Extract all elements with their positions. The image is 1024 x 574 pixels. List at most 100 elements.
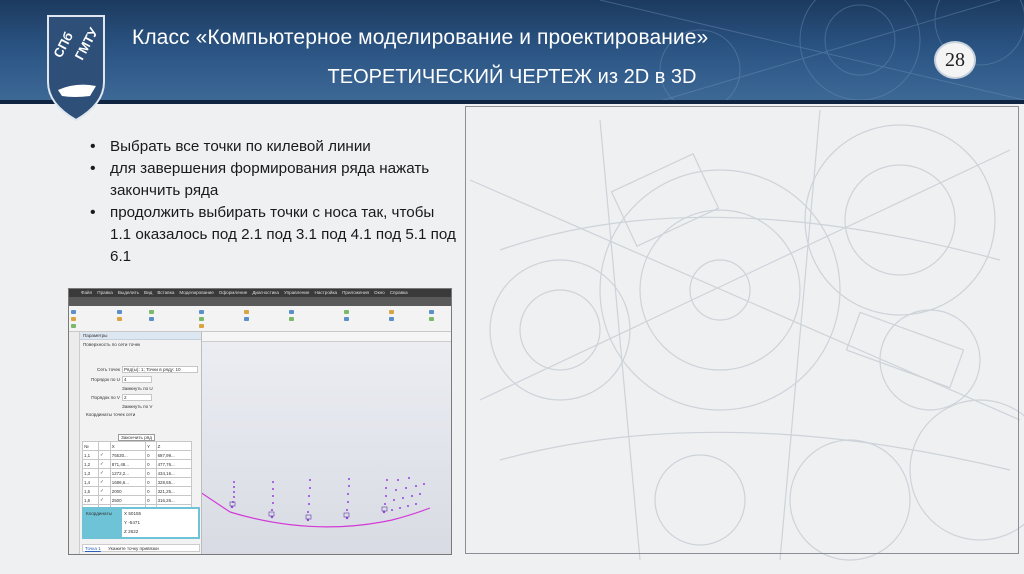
points-table: № X Y Z 1,1 ✓ 75530... 0 687,99... 1,2 ✓ 871,4… bbox=[81, 441, 193, 514]
cell: ✓ bbox=[98, 459, 111, 469]
curve-and-points bbox=[202, 477, 431, 528]
tool-icon[interactable] bbox=[244, 309, 249, 314]
table-header: № bbox=[81, 441, 100, 451]
cad-left-toolbar[interactable] bbox=[69, 332, 80, 554]
tool-icon[interactable] bbox=[389, 316, 394, 321]
cell: ✓ bbox=[98, 468, 111, 478]
cell: 2000 bbox=[109, 486, 147, 496]
list-item: продолжить выбирать точки с носа так, чт… bbox=[88, 202, 458, 268]
tool-icon[interactable] bbox=[149, 309, 154, 314]
menu-item[interactable]: Оформление bbox=[219, 289, 248, 297]
net-field[interactable]: Ряд(ы): 1; Точки в ряду: 10 bbox=[122, 366, 198, 373]
tool-icon[interactable] bbox=[389, 309, 394, 314]
tool-icon[interactable] bbox=[199, 309, 204, 314]
tool-icon[interactable] bbox=[289, 309, 294, 314]
tool-icon[interactable] bbox=[244, 316, 249, 321]
status-right: Укажите точку привязки bbox=[108, 546, 159, 551]
menu-item[interactable]: Правка bbox=[97, 289, 113, 297]
table-row[interactable]: 1,3 ✓ 1272,2... 0 434,16... bbox=[81, 468, 193, 478]
finish-row-button[interactable]: Закончить ряд bbox=[118, 434, 155, 441]
tool-icon[interactable] bbox=[429, 316, 434, 321]
coord-x[interactable]: X 50155 bbox=[122, 509, 198, 518]
cell: 0 bbox=[145, 486, 157, 496]
tool-icon[interactable] bbox=[71, 309, 76, 314]
order-v-field[interactable]: 2 bbox=[122, 394, 152, 401]
cell: 1,6 bbox=[81, 495, 100, 505]
coord-y[interactable]: Y -5471 bbox=[122, 518, 198, 527]
cell: 75530... bbox=[109, 450, 147, 460]
menu-item[interactable]: Окно bbox=[374, 289, 385, 297]
3d-viewport[interactable] bbox=[202, 332, 451, 554]
cell: 434,16... bbox=[155, 468, 193, 478]
menu-item[interactable]: Справка bbox=[390, 289, 408, 297]
keel-curve bbox=[202, 492, 431, 528]
table-row[interactable]: 1,2 ✓ 871,48... 0 477,76... bbox=[81, 459, 193, 469]
tool-icon[interactable] bbox=[344, 309, 349, 314]
tool-icon[interactable] bbox=[199, 323, 204, 328]
table-row[interactable]: 1,5 ✓ 2000 0 321,25... bbox=[81, 486, 193, 496]
menu-item[interactable]: Диагностика bbox=[252, 289, 279, 297]
panel-subtitle: Поверхность по сети точек bbox=[83, 342, 141, 347]
tool-icon[interactable] bbox=[71, 323, 76, 328]
cell: 321,25... bbox=[155, 486, 193, 496]
cell: 0 bbox=[145, 477, 157, 487]
coord-z[interactable]: Z 2622 bbox=[122, 527, 198, 536]
cell: ✓ bbox=[98, 477, 111, 487]
cad-ribbon-toolbar[interactable] bbox=[69, 306, 451, 332]
menu-item[interactable]: Выделить bbox=[118, 289, 139, 297]
menu-item[interactable]: Вставка bbox=[157, 289, 174, 297]
table-row[interactable]: 1,6 ✓ 2500 0 316,26... bbox=[81, 495, 193, 505]
menu-item[interactable]: Вид bbox=[144, 289, 152, 297]
cad-menubar: Файл Правка Выделить Вид Вставка Моделир… bbox=[69, 289, 451, 297]
cell: 1686,6... bbox=[109, 477, 147, 487]
university-logo-icon: СПб ГМТУ bbox=[47, 15, 105, 122]
tool-icon[interactable] bbox=[199, 316, 204, 321]
tool-icon[interactable] bbox=[149, 316, 154, 321]
table-row[interactable]: 1,1 ✓ 75530... 0 687,99... bbox=[81, 450, 193, 460]
menu-item[interactable]: Управление bbox=[284, 289, 310, 297]
header-divider bbox=[0, 100, 1024, 104]
cell: 871,48... bbox=[109, 459, 147, 469]
close-v-checkbox[interactable]: Замкнуть по V bbox=[122, 404, 198, 409]
tool-icon[interactable] bbox=[71, 316, 76, 321]
coords-box[interactable]: X 50155 Y -5471 Z 2622 bbox=[122, 509, 198, 537]
order-u-field[interactable]: 4 bbox=[122, 376, 152, 383]
list-item: для завершения формирования ряда нажать … bbox=[88, 158, 458, 202]
tool-icon[interactable] bbox=[117, 316, 122, 321]
menu-item[interactable]: Файл bbox=[81, 289, 92, 297]
parameters-panel: Параметры Поверхность по сети точек Сеть… bbox=[80, 332, 202, 554]
status-left: Точка 1 bbox=[85, 546, 101, 551]
status-bar: Точка 1 Укажите точку привязки bbox=[82, 544, 200, 552]
cell: 0 bbox=[145, 459, 157, 469]
coordinates-panel: Координаты X 50155 Y -5471 Z 2622 bbox=[82, 507, 200, 539]
cell: 0 bbox=[145, 450, 157, 460]
cell: 328,55... bbox=[155, 477, 193, 487]
tool-icon[interactable] bbox=[289, 316, 294, 321]
tool-icon[interactable] bbox=[429, 309, 434, 314]
table-row[interactable]: 1,4 ✓ 1686,6... 0 328,55... bbox=[81, 477, 193, 487]
tool-icon[interactable] bbox=[344, 316, 349, 321]
list-item: Выбрать все точки по килевой линии bbox=[88, 136, 458, 158]
table-header: X bbox=[109, 441, 147, 451]
cell: 0 bbox=[145, 468, 157, 478]
cell: 1,1 bbox=[81, 450, 100, 460]
cad-document-tabs[interactable] bbox=[69, 297, 451, 306]
cell: 0 bbox=[145, 495, 157, 505]
cad-screenshot: Файл Правка Выделить Вид Вставка Моделир… bbox=[68, 288, 452, 555]
point-columns bbox=[230, 477, 425, 522]
coords-label: Координаты bbox=[86, 511, 112, 516]
cell: 316,26... bbox=[155, 495, 193, 505]
slide-number-badge: 28 bbox=[936, 43, 974, 77]
order-v-label: Порядок по V bbox=[91, 395, 120, 400]
menu-item[interactable]: Приложения bbox=[342, 289, 369, 297]
slide-subtitle: ТЕОРЕТИЧЕСКИЙ ЧЕРТЕЖ из 2D в 3D bbox=[327, 66, 697, 88]
panel-title: Параметры bbox=[80, 332, 201, 340]
cell: 1,3 bbox=[81, 468, 100, 478]
menu-item[interactable]: Настройка bbox=[315, 289, 338, 297]
table-header: Z bbox=[155, 441, 193, 451]
tool-icon[interactable] bbox=[117, 309, 122, 314]
close-u-checkbox[interactable]: Замкнуть по U bbox=[122, 386, 198, 391]
net-label: Сеть точек bbox=[97, 367, 120, 372]
menu-item[interactable]: Моделирование bbox=[179, 289, 213, 297]
cell: ✓ bbox=[98, 486, 111, 496]
